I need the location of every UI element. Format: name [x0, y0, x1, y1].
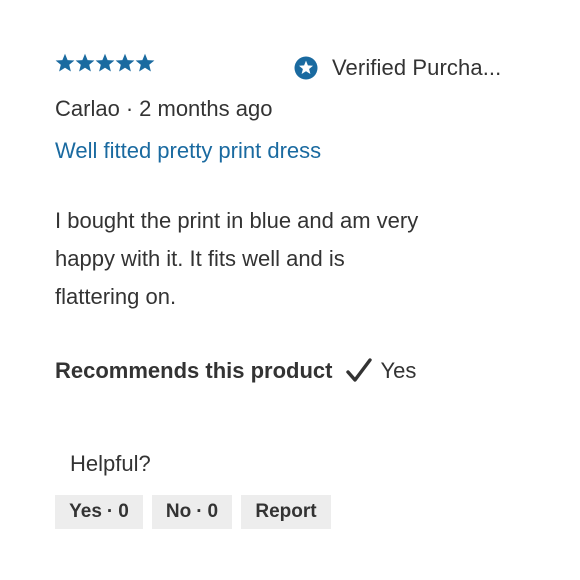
checkmark-icon [346, 358, 373, 384]
recommends-row: Recommends this product Yes [55, 358, 416, 384]
report-button[interactable]: Report [241, 495, 331, 529]
review-body-line: I bought the print in blue and am very [55, 208, 419, 233]
star-icon [115, 53, 135, 73]
verified-purchase-label: Verified Purcha... [332, 55, 502, 80]
byline-separator: · [125, 96, 134, 121]
verified-star-badge-icon [294, 56, 318, 80]
report-label: Report [255, 501, 317, 522]
review-title: Well fitted pretty print dress [55, 138, 322, 163]
star-icon [75, 53, 95, 73]
helpful-yes-count: 0 [118, 501, 129, 522]
helpful-no-count: 0 [207, 501, 219, 522]
author-name: Carlao [55, 96, 120, 121]
review-byline: Carlao · 2 months ago [55, 96, 272, 122]
review-card: Verified Purcha... Carlao · 2 months ago W… [0, 0, 580, 580]
review-body: I bought the print in blue and am very h… [55, 202, 475, 316]
recommends-value: Yes [380, 358, 417, 383]
helpful-label: Helpful? [70, 451, 151, 476]
review-date: 2 months ago [139, 96, 273, 121]
helpful-vote-row: Yes · 0 No · 0 Report [55, 495, 331, 529]
star-rating [55, 53, 155, 73]
star-icon [135, 53, 155, 73]
star-icon [55, 53, 75, 73]
recommends-label: Recommends this product [55, 358, 333, 383]
helpful-yes-separator: · [106, 501, 114, 522]
helpful-yes-label: Yes [69, 501, 102, 522]
review-body-line: happy with it. It fits well and is [55, 246, 345, 271]
helpful-no-button[interactable]: No · 0 [152, 495, 232, 529]
helpful-no-label: No [165, 501, 192, 522]
review-body-line: flattering on. [55, 284, 177, 309]
verified-purchase-badge: Verified Purcha... [294, 55, 501, 81]
star-icon [95, 53, 115, 73]
helpful-yes-button[interactable]: Yes · 0 [55, 495, 143, 529]
helpful-no-separator: · [196, 501, 203, 522]
